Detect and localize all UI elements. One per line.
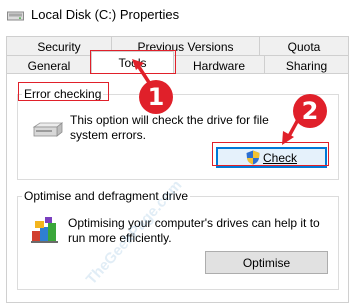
optimise-title: Optimise and defragment drive: [22, 189, 191, 203]
defragment-icon: [31, 217, 58, 243]
drive-icon: [32, 122, 63, 137]
error-checking-title: Error checking: [22, 87, 104, 101]
optimise-button[interactable]: Optimise: [205, 251, 328, 274]
window-title: Local Disk (C:) Properties: [31, 7, 180, 22]
shield-icon: [246, 150, 260, 165]
step-2-arrow: [282, 114, 302, 145]
step-1-arrow: [132, 59, 152, 86]
drive-icon: [7, 11, 24, 21]
check-button[interactable]: Check: [216, 147, 327, 168]
tab-quota[interactable]: Quota: [259, 36, 349, 57]
error-checking-description: This option will check the drive for fil…: [70, 113, 269, 142]
optimise-description: Optimising your computer's drives can he…: [68, 216, 320, 245]
title-bar: Local Disk (C:) Properties: [0, 0, 355, 30]
optimise-group: Optimising your computer's drives can he…: [17, 196, 339, 290]
